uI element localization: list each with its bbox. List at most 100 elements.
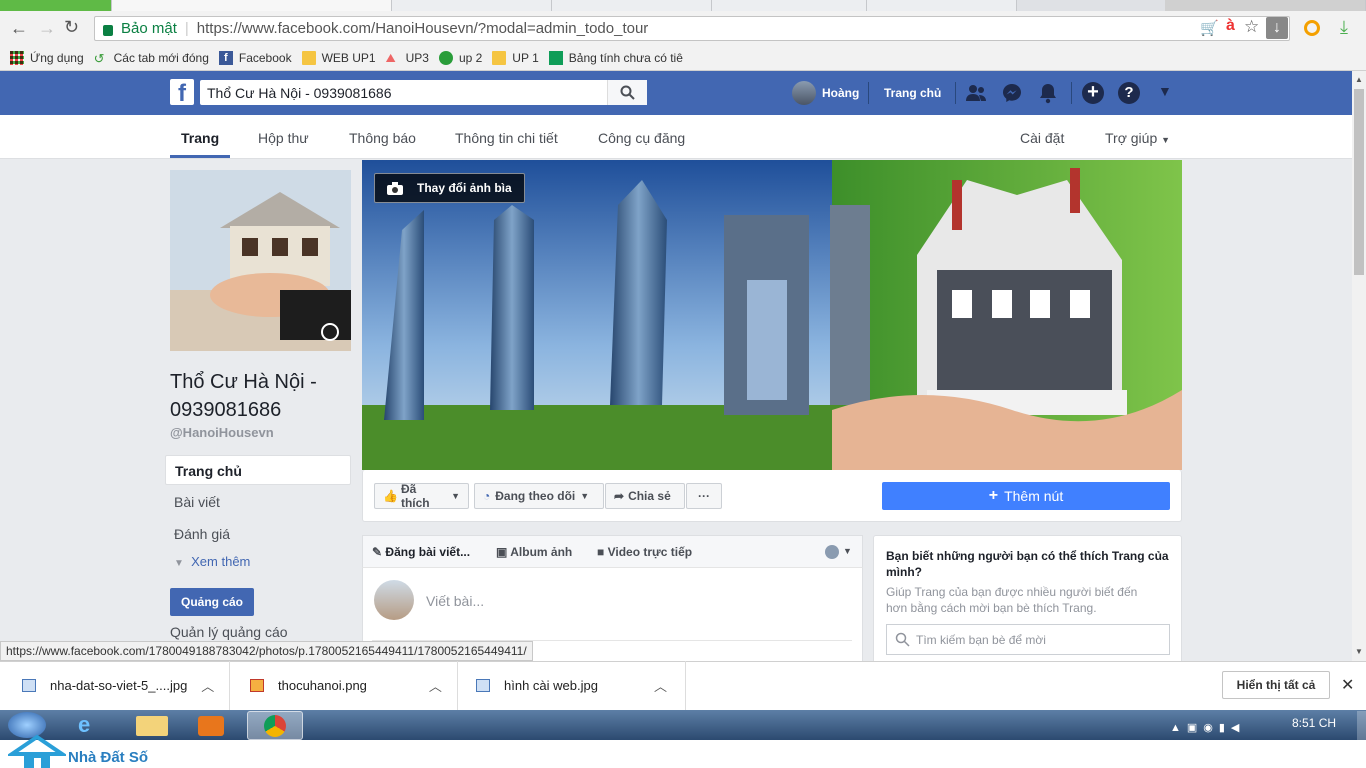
- clock[interactable]: 8:51 CH: [1292, 716, 1336, 730]
- bookmark-up2[interactable]: up 2: [438, 50, 482, 65]
- chevron-up-icon[interactable]: ︿: [429, 676, 442, 695]
- camera-icon: [387, 181, 403, 195]
- tab-settings[interactable]: Cài đặt: [1020, 130, 1064, 146]
- cart-icon[interactable]: 🛒: [1200, 19, 1219, 37]
- tab-page[interactable]: Trang: [181, 130, 219, 146]
- left-nav-posts[interactable]: Bài viết: [174, 494, 220, 510]
- profile-link[interactable]: Hoàng: [822, 86, 859, 100]
- share-button[interactable]: ➦ Chia sẻ: [605, 483, 685, 509]
- bookmarks-bar: Ứng dụng ↺ Các tab mới đóng f Facebook WEB…: [0, 45, 1366, 71]
- system-tray-icons[interactable]: ▲▣◉▮◀: [1170, 721, 1245, 734]
- left-nav-reviews[interactable]: Đánh giá: [174, 526, 230, 542]
- window-controls[interactable]: [1165, 0, 1366, 11]
- show-desktop-button[interactable]: [1357, 711, 1366, 740]
- vertical-scrollbar[interactable]: ▲ ▼: [1352, 71, 1366, 661]
- tab[interactable]: [392, 0, 552, 11]
- invite-description: Giúp Trang của bạn được nhiều người biết…: [886, 585, 1138, 615]
- chrome-taskbar-button[interactable]: [247, 711, 303, 740]
- bookmark-apps[interactable]: Ứng dụng: [10, 50, 84, 65]
- bookmark-facebook[interactable]: f Facebook: [218, 50, 292, 65]
- explorer-folder-icon[interactable]: [136, 716, 168, 736]
- composer-input[interactable]: Viết bài...: [426, 593, 484, 609]
- change-cover-button[interactable]: Thay đổi ảnh bìa: [374, 173, 525, 203]
- search-icon[interactable]: [607, 80, 647, 105]
- tab[interactable]: [552, 0, 712, 11]
- scrollbar-thumb[interactable]: [1354, 89, 1364, 275]
- tab-help[interactable]: Trợ giúp ▼: [1105, 130, 1170, 146]
- bookmark-web-up1[interactable]: WEB UP1: [301, 50, 376, 65]
- divider: |: [184, 20, 189, 37]
- lock-icon: [103, 25, 113, 36]
- facebook-logo-icon[interactable]: f: [170, 79, 194, 105]
- forward-icon[interactable]: →: [38, 18, 56, 39]
- manage-ads-link[interactable]: Quản lý quảng cáo: [170, 624, 288, 640]
- bookmark-up3[interactable]: ⛰ UP3: [386, 51, 429, 65]
- download-item[interactable]: thocuhanoi.png ︿: [230, 661, 458, 710]
- liked-button[interactable]: 👍 Đã thích ▼: [374, 482, 469, 510]
- left-nav-home[interactable]: Trang chủ: [165, 455, 351, 485]
- composer-tab-post[interactable]: ✎ Đăng bài viết...: [372, 545, 470, 559]
- caret-down-icon[interactable]: ▼: [843, 546, 852, 556]
- extension-icon[interactable]: [1304, 20, 1320, 36]
- bookmark-spreadsheet[interactable]: Bảng tính chưa có tiê: [548, 50, 683, 65]
- translate-icon[interactable]: à: [1226, 17, 1235, 35]
- fb-search-input[interactable]: Thổ Cư Hà Nội - 0939081686: [200, 80, 647, 105]
- history-icon: ↺: [93, 50, 105, 66]
- home-link[interactable]: Trang chủ: [884, 86, 941, 100]
- chevron-up-icon[interactable]: ︿: [654, 676, 667, 695]
- back-icon[interactable]: ←: [10, 18, 28, 39]
- ie-icon[interactable]: e: [78, 714, 104, 736]
- tab[interactable]: [712, 0, 867, 11]
- following-button[interactable]: ◔ Đang theo dõi ▼: [474, 483, 604, 509]
- promote-ads-button[interactable]: Quảng cáo: [170, 588, 254, 616]
- star-icon[interactable]: ☆: [1244, 17, 1259, 37]
- friend-requests-icon[interactable]: [965, 83, 987, 103]
- add-button[interactable]: + Thêm nút: [882, 482, 1170, 510]
- tab-publishing-tools[interactable]: Công cụ đăng: [598, 130, 685, 146]
- tab[interactable]: [867, 0, 1017, 11]
- create-plus-icon[interactable]: +: [1082, 82, 1104, 104]
- cover-image: [362, 160, 1182, 470]
- url-text[interactable]: https://www.facebook.com/HanoiHousevn/?m…: [197, 20, 649, 37]
- image-file-icon: [22, 679, 36, 692]
- chevron-up-icon[interactable]: ︿: [201, 676, 214, 695]
- page-profile-picture[interactable]: [170, 170, 351, 351]
- cover-photo[interactable]: [362, 160, 1182, 470]
- page-title: Thổ Cư Hà Nội - 0939081686: [170, 371, 317, 421]
- downloads-icon[interactable]: ⤓: [1340, 17, 1348, 38]
- tab-insights[interactable]: Thông tin chi tiết: [455, 130, 558, 146]
- invite-search-input[interactable]: Tìm kiếm bạn bè để mời: [886, 624, 1170, 655]
- scroll-down-icon[interactable]: ▼: [1355, 647, 1363, 656]
- reload-icon[interactable]: ↻: [64, 17, 79, 38]
- tab-notifications[interactable]: Thông báo: [349, 130, 416, 146]
- caret-down-icon: ▼: [451, 491, 460, 501]
- close-icon[interactable]: ✕: [1341, 675, 1354, 695]
- address-bar[interactable]: Bảo mật | https://www.facebook.com/Hanoi…: [94, 16, 1290, 41]
- tab-strip: [0, 0, 1366, 11]
- page-handle[interactable]: @HanoiHousevn: [170, 425, 274, 440]
- more-options-button[interactable]: ···: [686, 483, 722, 509]
- left-nav-see-more[interactable]: ▼ Xem thêm: [174, 554, 250, 569]
- tab-inbox[interactable]: Hộp thư: [258, 130, 309, 146]
- messenger-icon[interactable]: [1002, 83, 1022, 103]
- composer-tab-live[interactable]: ■ Video trực tiếp: [597, 545, 692, 559]
- tab-active-badge[interactable]: [0, 0, 112, 11]
- composer-tab-album[interactable]: ▣ Album ảnh: [496, 545, 572, 559]
- tab-facebook[interactable]: [112, 0, 392, 11]
- bookmark-recent-tabs[interactable]: ↺ Các tab mới đóng: [93, 50, 209, 66]
- avatar[interactable]: [825, 545, 839, 559]
- caret-down-icon[interactable]: ▼: [1158, 83, 1172, 99]
- house-logo-icon: [8, 734, 66, 768]
- download-arrow-icon[interactable]: ↓: [1266, 17, 1288, 39]
- media-player-icon[interactable]: [198, 716, 224, 736]
- avatar[interactable]: [792, 81, 816, 105]
- show-all-downloads-button[interactable]: Hiển thị tất cả: [1222, 671, 1330, 699]
- pencil-icon: ✎: [372, 545, 383, 559]
- help-icon[interactable]: ?: [1118, 82, 1140, 104]
- scroll-up-icon[interactable]: ▲: [1355, 75, 1363, 84]
- notifications-bell-icon[interactable]: [1038, 82, 1058, 104]
- download-item[interactable]: hình cài web.jpg ︿: [458, 661, 686, 710]
- bookmark-up1[interactable]: UP 1: [492, 50, 539, 65]
- folder-icon: [301, 50, 316, 65]
- download-item[interactable]: nha-dat-so-viet-5_....jpg ︿: [0, 661, 230, 710]
